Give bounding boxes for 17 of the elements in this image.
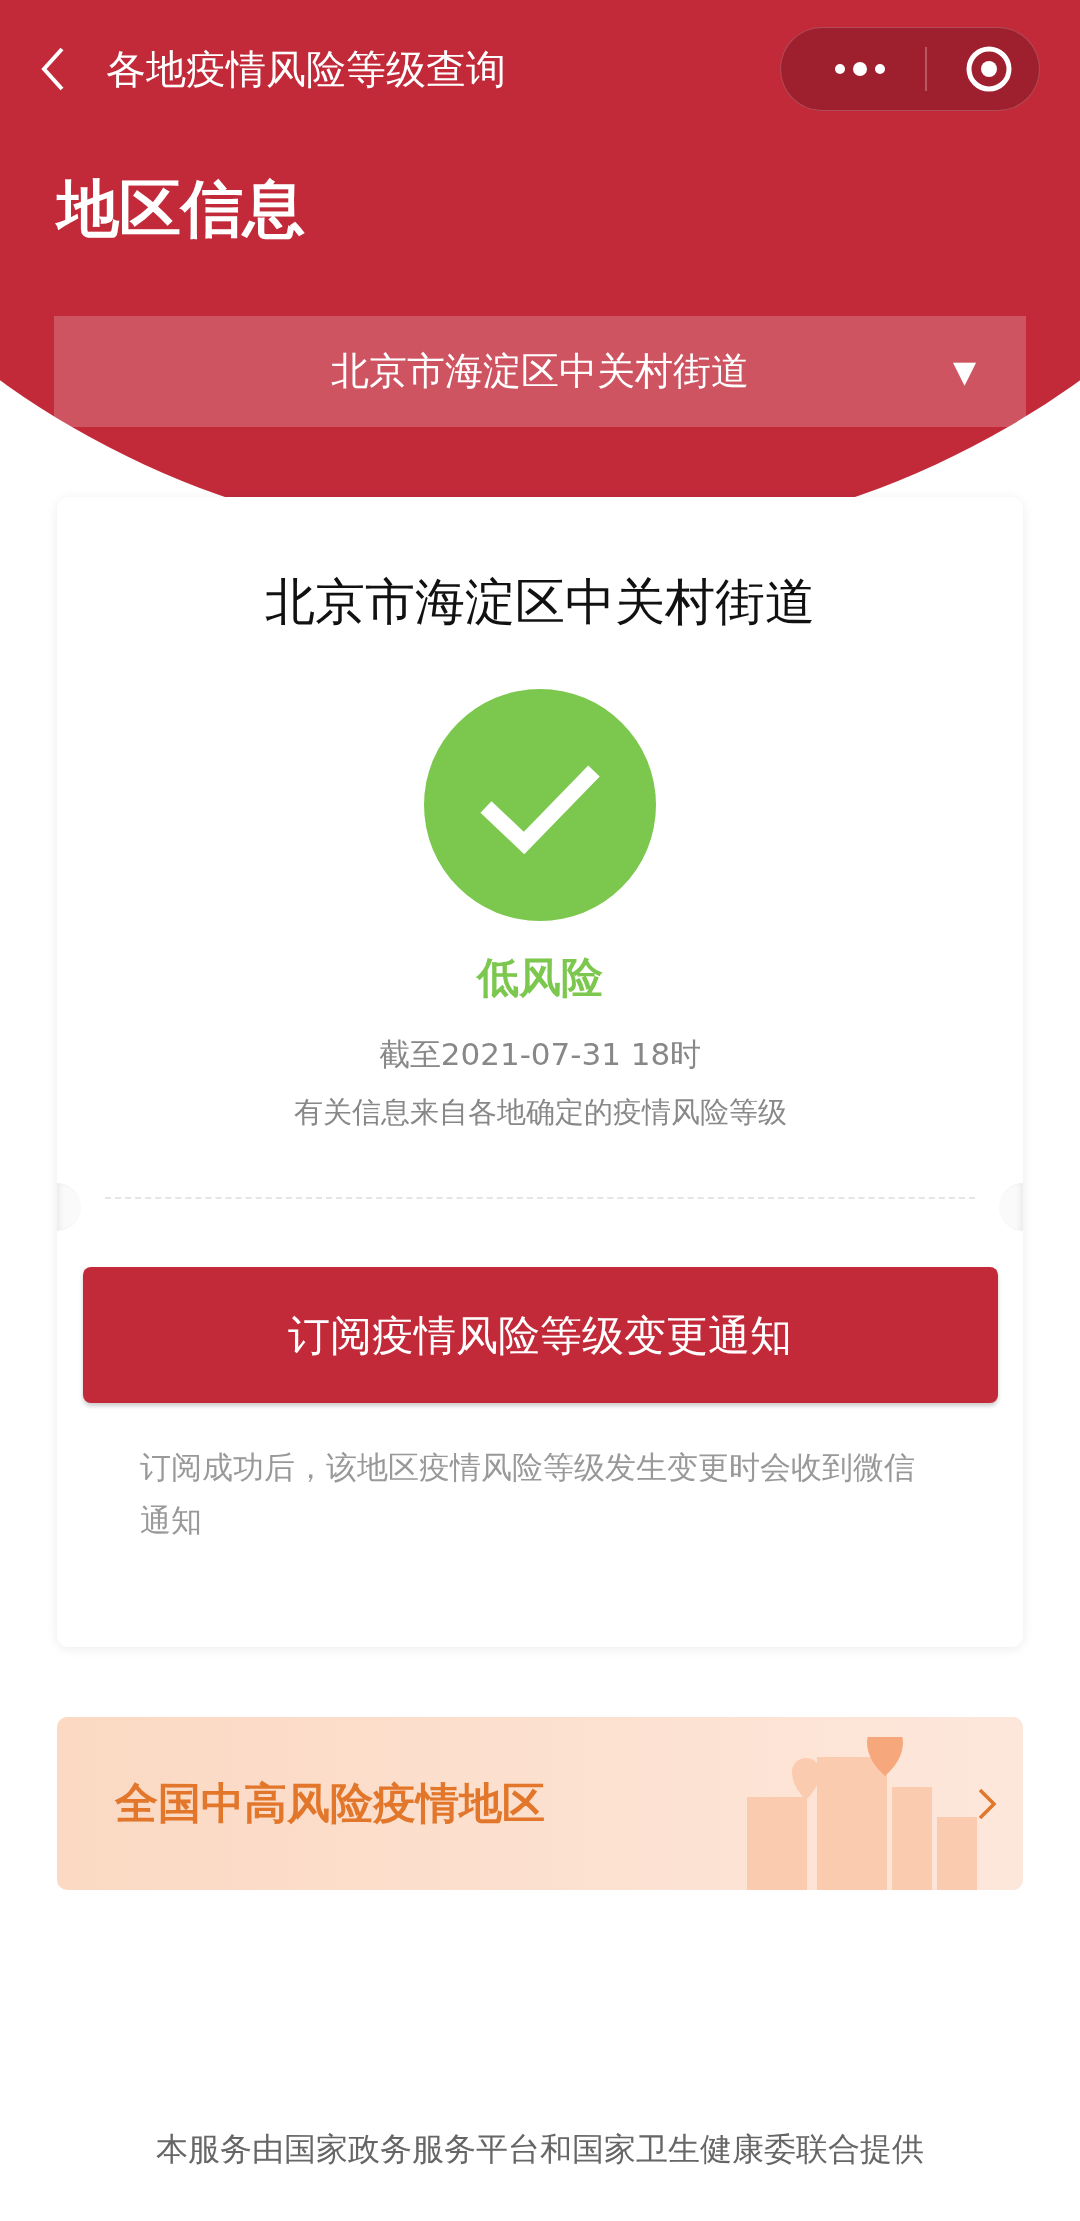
back-icon[interactable] xyxy=(40,46,66,92)
page-title: 各地疫情风险等级查询 xyxy=(106,45,506,94)
update-time: 截至2021-07-31 18时 xyxy=(378,1039,702,1070)
subscribe-note: 订阅成功后，该地区疫情风险等级发生变更时会收到微信通知 xyxy=(140,1448,916,1540)
region-name: 北京市海淀区中关村街道 xyxy=(265,577,815,627)
subscribe-button[interactable]: 订阅疫情风险等级变更通知 xyxy=(82,1267,998,1403)
region-select[interactable]: 北京市海淀区中关村街道 ▼ xyxy=(54,316,1026,427)
chevron-right-icon xyxy=(977,1786,997,1821)
dropdown-arrow: ▼ xyxy=(952,353,976,391)
risk-level: 低风险 xyxy=(477,957,603,999)
risk-areas-banner[interactable]: 全国中高风险疫情地区 xyxy=(57,1717,1023,1890)
section-title: 地区信息 xyxy=(54,178,306,240)
source-note: 有关信息来自各地确定的疫情风险等级 xyxy=(293,1098,787,1127)
check-icon xyxy=(424,689,656,921)
more-icon[interactable] xyxy=(833,62,887,76)
close-icon[interactable] xyxy=(965,45,1013,93)
footer-note: 本服务由国家政务服务平台和国家卫生健康委联合提供 xyxy=(155,2129,925,2170)
